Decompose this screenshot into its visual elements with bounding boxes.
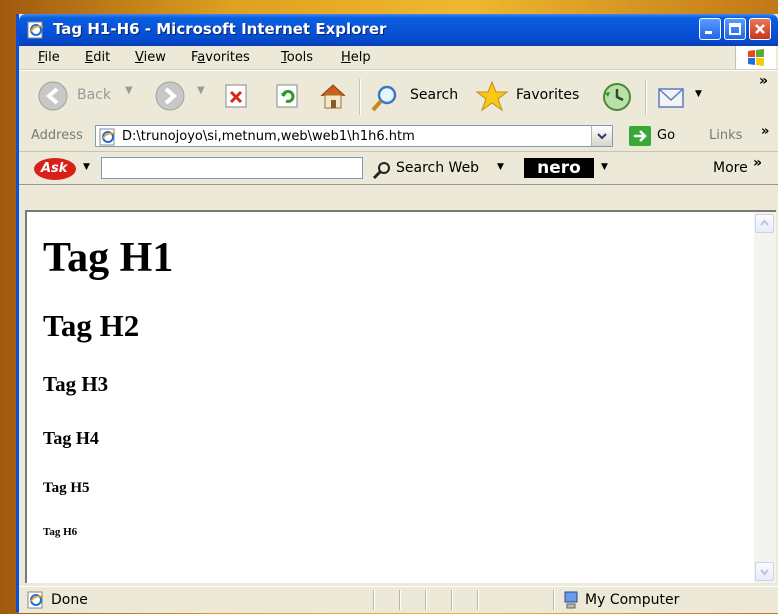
links-label[interactable]: Links xyxy=(709,128,742,143)
favorites-button-label[interactable]: Favorites xyxy=(516,87,579,103)
page-content: Tag H1 Tag H2 Tag H3 Tag H4 Tag H5 Tag H… xyxy=(25,210,754,583)
search-web-dropdown-icon[interactable]: ▼ xyxy=(497,162,504,172)
status-separator xyxy=(451,590,453,610)
ask-logo-icon[interactable]: Ask xyxy=(33,157,77,185)
ask-logo-text: Ask xyxy=(41,161,68,176)
status-bar: Done My Computer xyxy=(19,586,778,613)
status-separator xyxy=(399,590,401,610)
ask-dropdown-icon[interactable]: ▼ xyxy=(83,162,90,172)
my-computer-icon xyxy=(561,590,581,614)
address-dropdown-button[interactable] xyxy=(591,126,612,146)
nero-logo[interactable]: nero xyxy=(524,158,594,178)
back-arrow-icon[interactable] xyxy=(37,80,69,116)
chevron-down-icon xyxy=(597,133,607,140)
minimize-button[interactable] xyxy=(699,18,721,40)
scroll-down-button[interactable] xyxy=(755,562,774,581)
forward-dropdown-icon[interactable]: ▼ xyxy=(197,85,205,96)
status-text: Done xyxy=(51,592,88,608)
search-web-icon[interactable] xyxy=(372,160,392,184)
home-icon[interactable] xyxy=(317,80,349,116)
address-label: Address xyxy=(31,128,83,143)
go-button[interactable]: Go xyxy=(629,126,689,146)
back-button-label[interactable]: Back xyxy=(77,87,111,103)
menu-tools[interactable]: Tools xyxy=(281,50,313,65)
menu-view[interactable]: View xyxy=(135,50,166,65)
forward-arrow-icon[interactable] xyxy=(154,80,186,116)
heading-h3: Tag H3 xyxy=(43,372,109,396)
history-icon[interactable] xyxy=(601,81,633,117)
windows-logo-icon xyxy=(735,46,776,69)
refresh-icon[interactable] xyxy=(275,83,301,113)
menu-bar: File Edit View Favorites Tools Help xyxy=(19,46,778,70)
chevron-down-icon xyxy=(760,569,769,576)
mail-dropdown-icon[interactable]: ▼ xyxy=(695,89,702,99)
heading-h5: Tag H5 xyxy=(43,480,90,496)
close-button[interactable] xyxy=(749,18,771,40)
menu-file[interactable]: File xyxy=(38,50,60,65)
go-arrow-icon xyxy=(629,126,651,146)
ie-window: Tag H1-H6 - Microsoft Internet Explorer … xyxy=(16,14,778,613)
links-chevron-icon[interactable]: » xyxy=(761,124,769,139)
more-label[interactable]: More xyxy=(713,160,748,176)
window-title: Tag H1-H6 - Microsoft Internet Explorer xyxy=(53,20,387,38)
status-separator xyxy=(553,590,555,610)
heading-h4: Tag H4 xyxy=(43,428,99,448)
menu-edit[interactable]: Edit xyxy=(85,50,110,65)
title-bar[interactable]: Tag H1-H6 - Microsoft Internet Explorer xyxy=(19,14,778,46)
ie-page-icon xyxy=(27,21,45,39)
chevron-up-icon xyxy=(760,219,769,226)
toolbar-chevron-icon[interactable]: » xyxy=(759,73,768,89)
heading-h6: Tag H6 xyxy=(43,526,78,538)
menu-favorites[interactable]: Favorites xyxy=(191,50,250,65)
search-icon[interactable] xyxy=(369,83,401,117)
search-web-label[interactable]: Search Web xyxy=(396,160,479,176)
toolbar-separator-2 xyxy=(645,79,647,115)
status-separator xyxy=(373,590,375,610)
favorites-star-icon[interactable] xyxy=(475,80,509,118)
ask-toolbar: Ask ▼ Search Web ▼ nero ▼ More » xyxy=(19,152,778,185)
search-button-label[interactable]: Search xyxy=(410,87,458,103)
heading-h1: Tag H1 xyxy=(43,235,174,281)
ask-search-input[interactable] xyxy=(101,157,363,179)
mail-icon[interactable] xyxy=(655,83,691,115)
status-separator xyxy=(477,590,479,610)
more-chevron-icon[interactable]: » xyxy=(753,155,762,171)
address-bar: Address D:\trunojoyo\si,metnum,web\web1\… xyxy=(19,121,778,152)
address-input[interactable]: D:\trunojoyo\si,metnum,web\web1\h1h6.htm xyxy=(95,125,613,147)
status-separator xyxy=(425,590,427,610)
vertical-scrollbar[interactable] xyxy=(754,210,776,583)
scroll-up-button[interactable] xyxy=(755,214,774,233)
done-page-icon xyxy=(27,591,45,613)
nero-dropdown-icon[interactable]: ▼ xyxy=(601,162,608,172)
address-url[interactable]: D:\trunojoyo\si,metnum,web\web1\h1h6.htm xyxy=(122,129,415,144)
heading-h2: Tag H2 xyxy=(43,308,140,343)
zone-text: My Computer xyxy=(585,592,680,608)
menu-help[interactable]: Help xyxy=(341,50,371,65)
stop-icon[interactable] xyxy=(224,83,250,113)
go-label[interactable]: Go xyxy=(657,128,675,143)
page-icon xyxy=(99,128,117,150)
standard-toolbar: Back ▼ ▼ Search Favorites ▼ » xyxy=(19,70,778,122)
toolbar-separator xyxy=(359,79,361,115)
back-dropdown-icon[interactable]: ▼ xyxy=(125,85,133,96)
maximize-button[interactable] xyxy=(724,18,746,40)
